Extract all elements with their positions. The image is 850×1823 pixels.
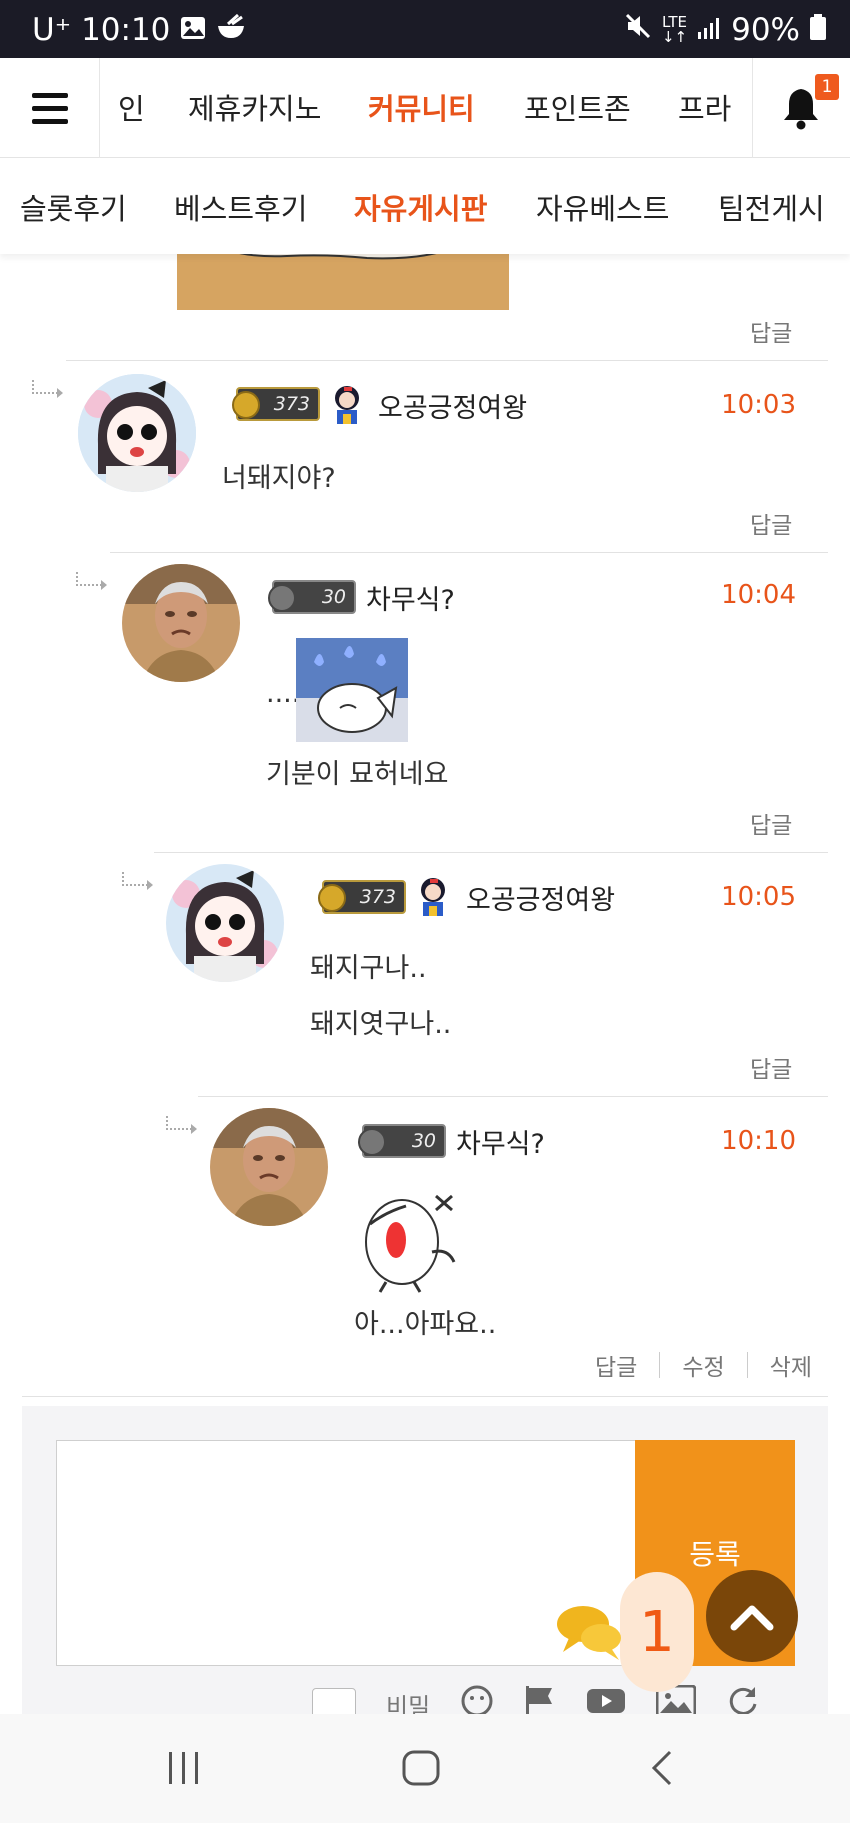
tab-free-best[interactable]: 자유베스트 xyxy=(536,186,669,228)
separator xyxy=(746,1352,748,1378)
system-navigation-bar xyxy=(0,1714,850,1823)
level-gem-icon xyxy=(268,584,296,612)
comment-form: 등록 비밀 xyxy=(22,1406,828,1714)
avatar[interactable] xyxy=(78,374,196,492)
avatar[interactable] xyxy=(166,864,284,982)
reply-arrow-icon xyxy=(76,572,107,590)
comment-text: 너돼지야? xyxy=(222,463,336,494)
video-icon[interactable] xyxy=(586,1686,626,1714)
level-badge: 30 xyxy=(358,1124,446,1158)
edit-link[interactable]: 수정 xyxy=(682,1348,724,1382)
clock: 10:10 xyxy=(81,12,171,48)
avatar[interactable] xyxy=(210,1108,328,1226)
tab-team-board[interactable]: 팀전게시 xyxy=(718,186,825,228)
divider xyxy=(154,852,828,853)
previous-comment-image xyxy=(177,254,509,310)
flag-icon[interactable] xyxy=(524,1684,556,1714)
secret-label: 비밀 xyxy=(386,1692,431,1715)
mute-icon xyxy=(624,12,652,48)
menu-icon[interactable] xyxy=(0,58,100,158)
nickname[interactable]: 오공긍정여왕 xyxy=(378,386,527,425)
level-badge: 373 xyxy=(318,880,406,914)
sub-nav: 슬롯후기 베스트후기 자유게시판 자유베스트 팀전게시 xyxy=(0,158,850,254)
nav-items: 인 제휴카지노 커뮤니티 포인트존 프라 xyxy=(100,58,752,158)
reply-arrow-icon xyxy=(166,1116,197,1134)
comment-text: 기분이 묘허네요 xyxy=(266,759,449,790)
nav-item-community[interactable]: 커뮤니티 xyxy=(368,86,475,128)
reply-link[interactable]: 답글 xyxy=(750,1050,792,1084)
tab-best-reviews[interactable]: 베스트후기 xyxy=(174,186,307,228)
scroll-to-top-button[interactable] xyxy=(706,1570,798,1662)
nav-item-partner-casino[interactable]: 제휴카지노 xyxy=(188,86,321,128)
chat-icon[interactable] xyxy=(555,1600,625,1666)
comment-text: 아...아파요.. xyxy=(354,1309,497,1340)
recent-apps-icon[interactable] xyxy=(166,1750,202,1790)
reply-link[interactable]: 답글 xyxy=(750,314,792,348)
emoticon-image xyxy=(296,638,408,742)
profile-icon xyxy=(414,876,452,916)
battery-percent: 90% xyxy=(731,12,800,48)
signal-icon xyxy=(697,12,721,48)
emoticon-image xyxy=(356,1182,466,1294)
comment-text: 돼지엿구나.. xyxy=(310,1009,452,1040)
tab-free-board[interactable]: 자유게시판 xyxy=(354,186,487,228)
avatar[interactable] xyxy=(122,564,240,682)
notification-button[interactable]: 1 xyxy=(752,58,850,158)
food-bowl-icon xyxy=(216,12,246,48)
reply-arrow-icon xyxy=(122,872,153,890)
form-toolbar: 비밀 xyxy=(312,1684,760,1714)
level-badge: 30 xyxy=(268,580,356,614)
carrier-label: U⁺ xyxy=(32,12,72,48)
comment-time: 10:04 xyxy=(721,580,796,610)
delete-link[interactable]: 삭제 xyxy=(770,1348,812,1382)
chevron-up-icon xyxy=(730,1605,774,1631)
nav-item-partial-right[interactable]: 프라 xyxy=(678,86,731,128)
reply-link[interactable]: 답글 xyxy=(750,806,792,840)
level-gem-icon xyxy=(232,391,260,419)
comment-list: 답글 373 오공긍정여왕 10:03 너돼지야? 답글 30 차무식? 10:… xyxy=(0,254,850,1714)
nickname[interactable]: 오공긍정여왕 xyxy=(466,878,615,917)
nickname[interactable]: 차무식? xyxy=(456,1122,545,1161)
nav-item-partial-left[interactable]: 인 xyxy=(118,86,145,128)
comment-time: 10:10 xyxy=(721,1126,796,1156)
comment-text: 돼지구나.. xyxy=(310,953,427,984)
battery-icon xyxy=(810,12,826,48)
gallery-icon xyxy=(180,12,206,48)
divider xyxy=(110,552,828,553)
nav-item-point-zone[interactable]: 포인트존 xyxy=(524,86,631,128)
refresh-icon[interactable] xyxy=(726,1684,760,1714)
comment-actions: 답글 수정 삭제 xyxy=(595,1348,812,1382)
level-gem-icon xyxy=(318,884,346,912)
divider xyxy=(66,360,828,361)
lte-icon: LTE ↓↑ xyxy=(661,13,688,46)
comment-time: 10:03 xyxy=(721,390,796,420)
nickname[interactable]: 차무식? xyxy=(366,578,455,617)
divider xyxy=(22,1396,828,1397)
comment-input[interactable] xyxy=(56,1440,636,1666)
level-gem-icon xyxy=(358,1128,386,1156)
home-icon[interactable] xyxy=(402,1750,440,1790)
divider xyxy=(198,1096,828,1097)
comment-time: 10:05 xyxy=(721,882,796,912)
tab-slot-reviews[interactable]: 슬롯후기 xyxy=(20,186,127,228)
reply-arrow-icon xyxy=(32,380,63,398)
status-bar: U⁺ 10:10 LTE ↓↑ 90% xyxy=(0,0,850,58)
emoji-icon[interactable] xyxy=(460,1684,494,1714)
separator xyxy=(659,1352,661,1378)
main-nav: 인 제휴카지노 커뮤니티 포인트존 프라 1 xyxy=(0,58,850,158)
secret-checkbox[interactable] xyxy=(312,1688,356,1714)
level-badge: 373 xyxy=(232,387,320,421)
chat-unread-badge[interactable]: 1 xyxy=(620,1572,694,1692)
notification-badge: 1 xyxy=(815,74,839,100)
reply-link[interactable]: 답글 xyxy=(595,1348,637,1382)
reply-link[interactable]: 답글 xyxy=(750,506,792,540)
back-icon[interactable] xyxy=(648,1750,674,1790)
profile-icon xyxy=(328,384,366,424)
